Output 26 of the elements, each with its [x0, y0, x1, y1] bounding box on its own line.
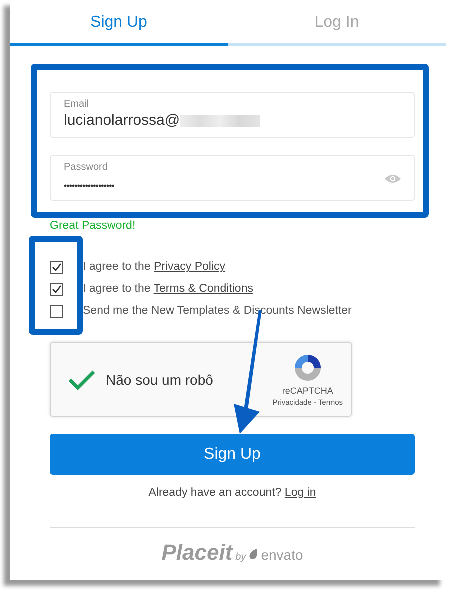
checkmark-icon[interactable]	[68, 368, 96, 390]
logo-brand: envato	[261, 547, 304, 563]
field-label: Password	[64, 162, 109, 173]
password-feedback: Great Password!	[50, 220, 137, 232]
login-link[interactable]: Log in	[284, 487, 316, 499]
leaf-icon	[249, 549, 258, 560]
checkbox-label: I agree to the Terms & Conditions	[83, 283, 254, 295]
signup-button[interactable]: Sign Up	[50, 434, 415, 475]
checkbox[interactable]	[50, 282, 63, 296]
checkbox-label: I agree to the Privacy Policy	[83, 261, 226, 273]
link[interactable]: Privacy Policy	[154, 261, 226, 273]
captcha-label: Não sou um robô	[106, 372, 214, 388]
login-prompt: Already have an account? Log in	[148, 487, 318, 499]
checkbox[interactable]	[50, 260, 63, 274]
tab[interactable]: Sign Up	[10, 0, 228, 46]
link[interactable]: Terms & Conditions	[154, 283, 254, 295]
logo-wordmark: Placeit	[162, 540, 233, 566]
field-label: Email	[64, 99, 90, 110]
checkbox-label: Send me the New Templates & Discounts Newsletter	[83, 305, 352, 317]
logo-by: by	[236, 552, 246, 563]
recaptcha-brand: reCAPTCHA	[282, 386, 334, 396]
password-field[interactable]: Password •••••••••••••••••••	[50, 155, 415, 201]
email-value: lucianolarrossa@	[64, 112, 180, 129]
checkbox[interactable]	[50, 304, 63, 318]
email-field[interactable]: Email lucianolarrossa@	[50, 92, 415, 138]
password-value: •••••••••••••••••••	[64, 181, 114, 191]
